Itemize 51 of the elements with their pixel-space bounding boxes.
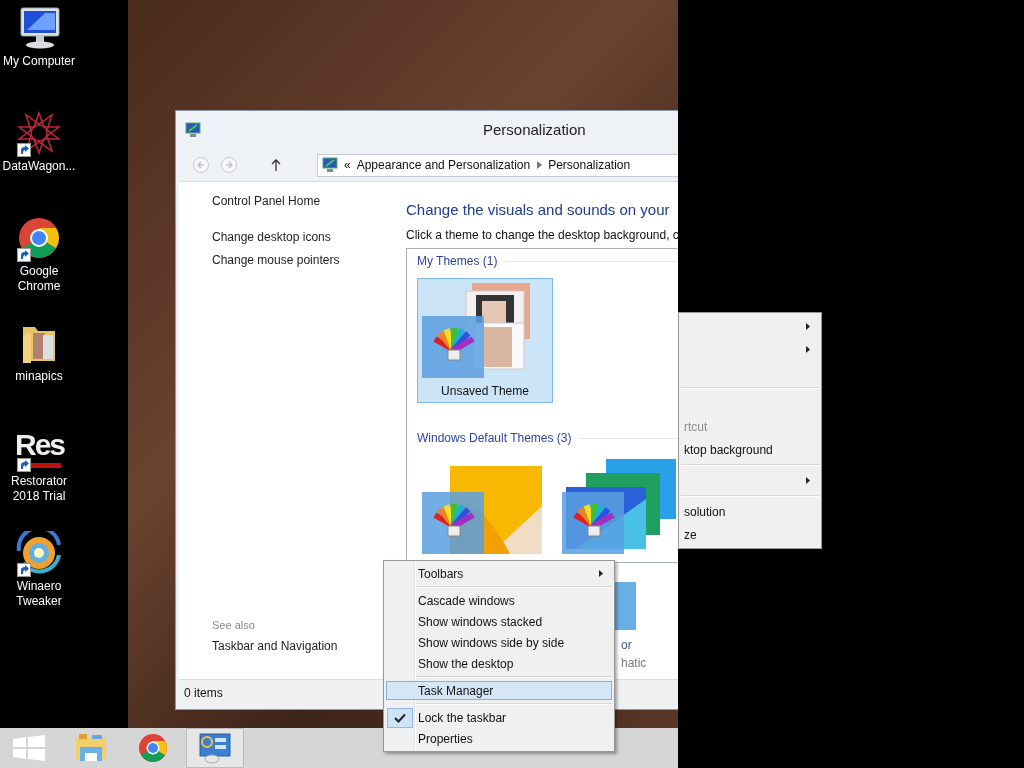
color-palette-icon (562, 492, 624, 554)
theme-name: or (621, 638, 633, 652)
up-arrow-icon[interactable] (271, 158, 281, 172)
control-panel-icon (322, 157, 338, 173)
menu-item[interactable]: Show windows side by side (386, 633, 612, 652)
sidebar-link[interactable]: Change desktop icons (212, 230, 406, 245)
desktop-icon-label[interactable]: DataWagon... (1, 159, 77, 174)
menu-item[interactable]: Lock the taskbar (386, 708, 612, 727)
desktop-icon-label[interactable]: Winaero Tweaker (1, 579, 77, 609)
color-palette-icon (422, 492, 484, 554)
window-title: Personalization (483, 121, 586, 138)
menu-item[interactable]: Toolbars (386, 564, 612, 583)
color-palette-icon (422, 316, 484, 378)
star-icon (15, 111, 63, 155)
desktop-icon-label[interactable]: My Computer (1, 54, 77, 69)
page-heading: Change the visuals and sounds on your (406, 201, 671, 219)
theme-group-heading: Windows Default Themes (3) (417, 431, 572, 445)
desktop-icon-label[interactable]: minapics (1, 369, 77, 384)
desktop-icon-label[interactable]: Restorator 2018 Trial (1, 474, 77, 504)
menu-item[interactable]: Show the desktop (386, 654, 612, 673)
menu-item[interactable]: solution (681, 501, 819, 522)
sidebar-link[interactable]: Control Panel Home (212, 194, 406, 209)
windows-logo-icon (11, 734, 47, 762)
sidebar-link[interactable]: Change mouse pointers (212, 253, 406, 268)
left-arrow-icon (196, 160, 206, 170)
menu-item[interactable]: ktop background (681, 439, 819, 460)
forward-button[interactable] (221, 157, 237, 173)
theme-name: Unsaved Theme (441, 384, 529, 398)
address-bar[interactable]: « Appearance and Personalization Personalization (317, 153, 678, 177)
theme-group-heading: My Themes (1) (417, 254, 498, 268)
menu-item[interactable]: ze (681, 524, 819, 545)
breadcrumb-arrow-icon (536, 161, 543, 169)
breadcrumb-overflow[interactable]: « (344, 158, 351, 172)
menu-item[interactable]: Cascade windows (386, 591, 612, 610)
theme-subtitle: hatic (621, 656, 647, 670)
page-description: Click a theme to change the desktop background, c (406, 228, 678, 242)
taskbar-button[interactable] (186, 728, 244, 768)
menu-item[interactable]: Properties (386, 729, 612, 748)
breadcrumb-item[interactable]: Appearance and Personalization (356, 158, 531, 172)
menu-item[interactable]: Task Manager (386, 681, 612, 700)
right-arrow-icon (224, 160, 234, 170)
menu-item[interactable]: Show windows stacked (386, 612, 612, 631)
control-panel-icon (185, 122, 201, 138)
control-panel-icon (198, 732, 232, 764)
file-explorer-icon (74, 733, 108, 763)
breadcrumb-item[interactable]: Personalization (548, 158, 631, 172)
chrome-icon (138, 733, 168, 763)
see-also-heading: See also (212, 619, 256, 631)
back-button[interactable] (193, 157, 209, 173)
desktop-icon-label[interactable]: Google Chrome (1, 264, 77, 294)
theme-tile[interactable]: Unsaved Theme (417, 278, 553, 403)
